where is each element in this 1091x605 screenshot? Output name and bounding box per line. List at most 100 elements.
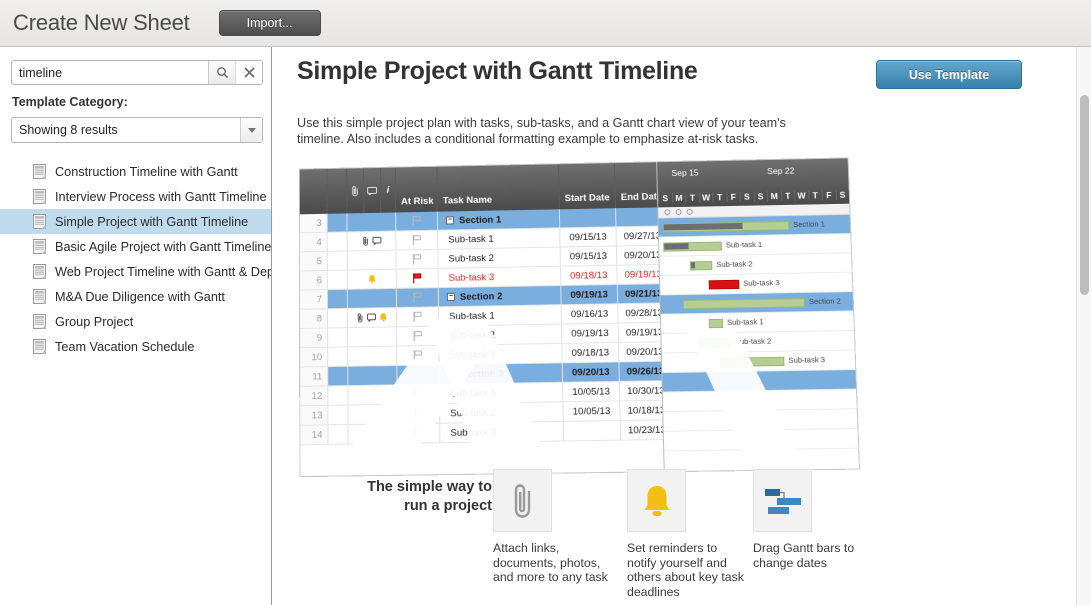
start-date-cell[interactable]: 09/19/13 <box>561 285 618 305</box>
gantt-bar-label: Sub-task 3 <box>743 278 780 288</box>
flag-icon <box>412 216 421 226</box>
use-template-button[interactable]: Use Template <box>876 60 1022 89</box>
row-number: 8 <box>300 309 328 329</box>
template-list-item[interactable]: M&A Due Diligence with Gantt <box>0 284 271 309</box>
feature-callout: Drag Gantt bars to change dates <box>753 469 873 570</box>
task-name-cell[interactable]: Sub-task 2 <box>438 248 561 269</box>
gantt-timeline-header: Sep 15Sep 22Sep 29 SMTWTFSSMTWTFSSMTWTF <box>657 158 849 207</box>
main-content: Simple Project with Gantt Timeline Use T… <box>273 47 1091 605</box>
template-category-value: Showing 8 results <box>12 123 240 137</box>
gantt-bar[interactable] <box>709 280 740 290</box>
zoom-in-icon[interactable] <box>675 209 681 215</box>
row-indicator-icons <box>348 289 397 309</box>
task-name-cell[interactable]: − Section 1 <box>438 209 560 230</box>
task-name-label: Sub-task 3 <box>449 271 495 283</box>
feature-icon-tile <box>493 469 552 532</box>
zoom-out-icon[interactable] <box>687 209 693 215</box>
magnifier-icon <box>216 66 229 79</box>
page-scrollbar-thumb[interactable] <box>1080 95 1089 295</box>
clear-search-button[interactable] <box>235 61 262 84</box>
template-description: Use this simple project plan with tasks,… <box>297 115 817 147</box>
template-list-item-label: Web Project Timeline with Gantt & Depend… <box>55 265 271 279</box>
page-scrollbar-track[interactable] <box>1076 47 1091 605</box>
feature-caption: Attach links, documents, photos, and mor… <box>493 541 613 585</box>
col-start-date: Start Date <box>559 163 616 209</box>
sheet-icon <box>33 289 46 304</box>
row-number: 11 <box>300 367 328 387</box>
start-date-cell[interactable]: 09/20/13 <box>563 362 620 382</box>
start-date-cell[interactable] <box>560 208 617 228</box>
row-number: 6 <box>300 271 328 291</box>
row-number: 9 <box>300 328 328 348</box>
task-name-cell[interactable]: Sub-task 1 <box>438 228 560 249</box>
row-indicator-icons <box>348 347 397 367</box>
at-risk-flag-cell[interactable] <box>397 288 439 308</box>
sheet-icon <box>33 189 46 204</box>
col-at-risk: At Risk <box>396 167 438 213</box>
gantt-day-label: S <box>849 189 859 199</box>
gantt-bar[interactable] <box>683 298 805 309</box>
template-list-item[interactable]: Team Vacation Schedule <box>0 334 271 359</box>
bell-icon <box>640 483 674 519</box>
at-risk-flag-cell[interactable] <box>396 212 438 232</box>
gantt-day-label: W <box>794 190 808 200</box>
gantt-bar[interactable] <box>709 319 723 328</box>
start-date-cell[interactable]: 09/18/13 <box>561 266 618 286</box>
template-list-item-label: Team Vacation Schedule <box>55 340 194 354</box>
start-date-cell[interactable] <box>564 421 621 441</box>
feature-icon-tile <box>753 469 812 532</box>
template-list-item[interactable]: Basic Agile Project with Gantt Timeline <box>0 234 271 259</box>
template-list-item-label: Group Project <box>55 315 133 329</box>
sheet-icon <box>33 314 46 329</box>
zoom-reset-icon[interactable] <box>664 209 670 215</box>
sheet-icon <box>33 239 46 254</box>
sheet-icon <box>33 239 46 254</box>
row-spacer <box>328 232 348 251</box>
at-risk-flag-cell[interactable] <box>396 250 438 270</box>
search-box[interactable] <box>11 60 263 85</box>
start-date-cell[interactable]: 10/05/13 <box>563 401 620 421</box>
gantt-week-label: Sep 15 <box>671 167 698 178</box>
template-list-item[interactable]: Group Project <box>0 309 271 334</box>
search-input[interactable] <box>12 61 208 84</box>
row-number: 14 <box>300 425 328 445</box>
row-number: 10 <box>300 348 328 368</box>
start-date-cell[interactable]: 10/05/13 <box>563 382 620 402</box>
gantt-bar-label: Section 2 <box>809 296 841 306</box>
gantt-week-labels: Sep 15Sep 22Sep 29 <box>657 158 847 162</box>
search-button[interactable] <box>208 61 235 84</box>
row-spacer <box>328 347 348 367</box>
gantt-bar-label: Section 1 <box>793 219 825 229</box>
start-date-cell[interactable]: 09/18/13 <box>562 343 619 363</box>
flag-icon <box>413 273 422 283</box>
task-name-label: Section 2 <box>460 291 503 303</box>
gantt-day-label: F <box>726 192 740 202</box>
row-spacer <box>328 406 348 426</box>
start-date-cell[interactable]: 09/15/13 <box>560 227 617 247</box>
template-list-item[interactable]: Construction Timeline with Gantt <box>0 159 271 184</box>
gantt-day-label: F <box>821 190 835 200</box>
flag-icon <box>412 254 421 264</box>
task-name-cell[interactable]: − Section 2 <box>439 286 562 307</box>
gantt-day-label: T <box>808 190 822 200</box>
template-list-item[interactable]: Simple Project with Gantt Timeline <box>0 209 271 234</box>
sheet-icon <box>33 189 46 204</box>
gantt-week-label: Sep 22 <box>767 166 795 177</box>
template-list-item[interactable]: Web Project Timeline with Gantt & Depend… <box>0 259 271 284</box>
sheet-icon <box>33 164 46 179</box>
start-date-cell[interactable]: 09/15/13 <box>561 246 618 266</box>
page-title: Create New Sheet <box>13 10 190 36</box>
at-risk-flag-cell[interactable] <box>396 231 438 251</box>
row-indicator-icons <box>348 308 397 328</box>
start-date-cell[interactable]: 09/19/13 <box>562 324 619 344</box>
at-risk-flag-cell[interactable] <box>397 269 439 289</box>
template-preview-image: i At Risk Task Name Start Date End Date … <box>297 163 847 513</box>
template-list-item[interactable]: Interview Process with Gantt Timeline <box>0 184 271 209</box>
start-date-cell[interactable]: 09/16/13 <box>562 304 619 324</box>
row-number: 4 <box>300 233 328 253</box>
template-category-select[interactable]: Showing 8 results <box>11 117 263 143</box>
gantt-day-label: T <box>685 193 699 203</box>
task-name-cell[interactable]: Sub-task 3 <box>439 267 562 288</box>
flag-icon <box>413 292 422 302</box>
import-button[interactable]: Import... <box>219 10 321 36</box>
